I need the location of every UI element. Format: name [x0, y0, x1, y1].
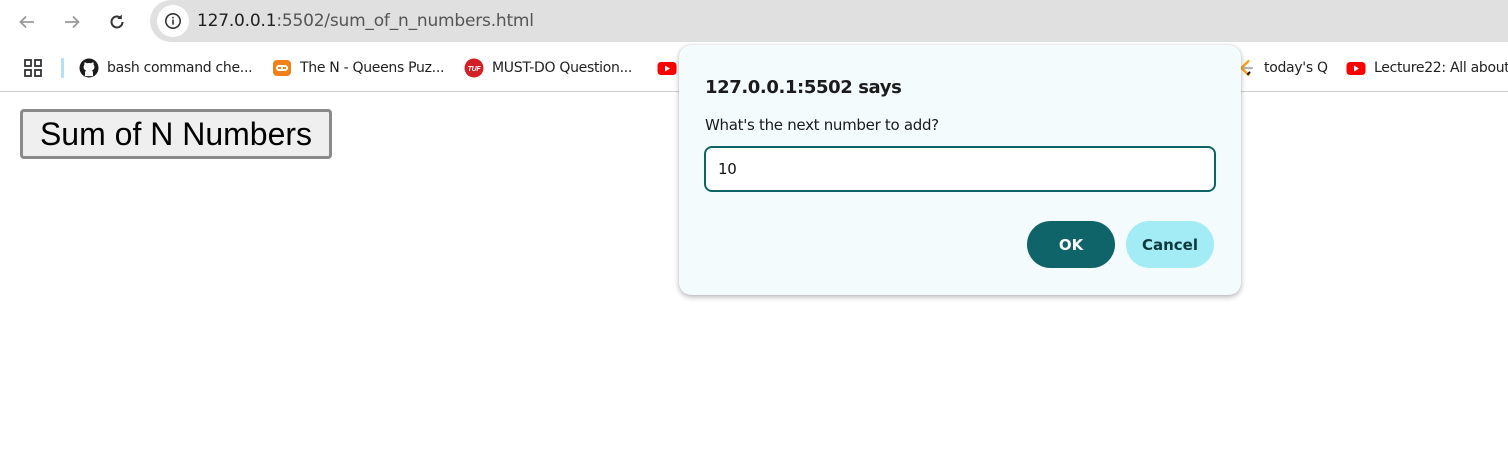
youtube-icon	[1346, 62, 1366, 75]
bookmark-n-queens[interactable]: The N - Queens Puz...	[272, 56, 444, 80]
arrow-right-icon	[65, 15, 80, 29]
dialog-title: 127.0.0.1:5502 says	[705, 77, 902, 98]
url-path: :5502/sum_of_n_numbers.html	[276, 11, 534, 31]
info-icon	[165, 13, 181, 29]
bookmark-label: MUST-DO Question...	[492, 60, 633, 76]
prompt-input[interactable]	[704, 146, 1216, 192]
prompt-dialog: 127.0.0.1:5502 says What's the next numb…	[679, 45, 1241, 295]
bookmark-todays-q[interactable]: today's Q	[1236, 56, 1328, 80]
ok-button[interactable]: OK	[1027, 221, 1115, 268]
reload-icon	[110, 14, 124, 29]
reload-button[interactable]	[101, 6, 133, 38]
address-bar[interactable]: 127.0.0.1:5502/sum_of_n_numbers.html	[150, 0, 1508, 42]
url-host: 127.0.0.1	[197, 11, 277, 31]
bookmark-label: Lecture22: All about...	[1374, 60, 1508, 76]
bookmark-label: bash command che...	[107, 60, 253, 76]
bookmark-bash-command[interactable]: bash command che...	[79, 56, 253, 80]
site-info-button[interactable]	[157, 5, 189, 37]
browser-toolbar: 127.0.0.1:5502/sum_of_n_numbers.html	[0, 0, 1508, 44]
apps-grid-icon[interactable]	[24, 59, 42, 77]
arrow-left-icon	[19, 15, 34, 29]
bookmark-label: The N - Queens Puz...	[300, 60, 445, 76]
bookmarks-separator	[61, 58, 64, 78]
github-icon	[79, 58, 99, 78]
youtube-icon	[657, 62, 677, 75]
back-button[interactable]	[11, 6, 43, 38]
forward-button[interactable]	[56, 6, 88, 38]
bookmark-must-do[interactable]: TUF MUST-DO Question...	[464, 56, 632, 80]
url-text: 127.0.0.1:5502/sum_of_n_numbers.html	[197, 11, 534, 31]
bookmark-label: today's Q	[1264, 60, 1328, 76]
svg-text:TUF: TUF	[468, 66, 482, 73]
dialog-message: What's the next number to add?	[705, 116, 939, 134]
tuf-icon: TUF	[464, 58, 484, 78]
cancel-button[interactable]: Cancel	[1126, 221, 1214, 268]
sum-of-n-numbers-button[interactable]: Sum of N Numbers	[20, 109, 332, 159]
bookmark-lecture22[interactable]: Lecture22: All about...	[1346, 56, 1508, 80]
codingninjas-icon	[273, 60, 291, 76]
